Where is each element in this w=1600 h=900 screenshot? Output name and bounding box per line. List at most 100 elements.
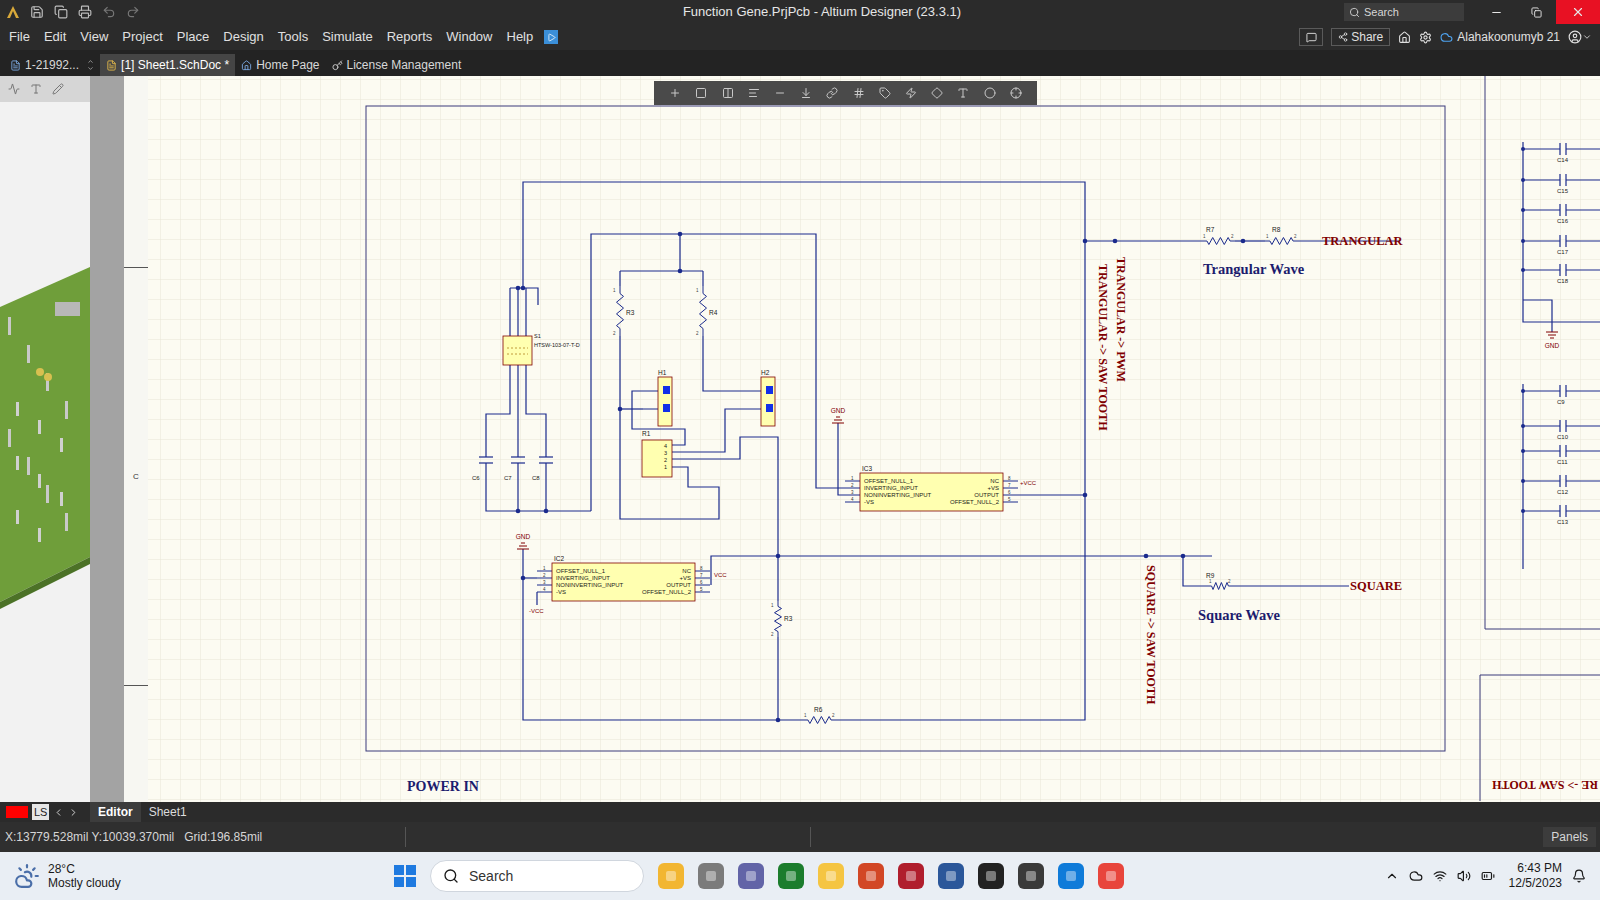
resistor[interactable]: R812: [1265, 226, 1298, 245]
header[interactable]: H1: [643, 369, 672, 426]
capacitor[interactable]: C10: [1521, 420, 1600, 440]
wire[interactable]: [702, 271, 703, 286]
wire[interactable]: [1232, 585, 1349, 586]
menu-item[interactable]: Window: [439, 27, 499, 47]
menu-item[interactable]: Edit: [37, 27, 73, 47]
layer-selector[interactable]: LS: [0, 804, 90, 821]
menu-item[interactable]: Tools: [271, 27, 315, 47]
volume-icon[interactable]: [1457, 869, 1471, 883]
wire[interactable]: [777, 637, 778, 720]
capacitor[interactable]: C6: [472, 457, 493, 481]
weather-widget[interactable]: 28°CMostly cloudy: [14, 862, 394, 891]
chart-icon[interactable]: [8, 83, 20, 95]
wire[interactable]: [486, 365, 510, 457]
document-tab[interactable]: License Management: [326, 54, 468, 76]
menu-item[interactable]: View: [73, 27, 115, 47]
editor-tab[interactable]: Sheet1: [141, 802, 195, 822]
wire[interactable]: [545, 463, 546, 511]
save-icon[interactable]: [30, 5, 44, 19]
menu-item[interactable]: Simulate: [315, 27, 380, 47]
undo-icon[interactable]: [102, 5, 116, 19]
toolbar-tool-icon[interactable]: [1010, 87, 1022, 99]
account-menu[interactable]: [1568, 30, 1592, 44]
wire[interactable]: [517, 365, 518, 457]
toolbar-tool-icon[interactable]: [984, 87, 996, 99]
toolbar-tool-icon[interactable]: [774, 87, 786, 99]
taskbar-app-icon[interactable]: [898, 863, 924, 889]
wire[interactable]: [509, 288, 510, 336]
wire[interactable]: [679, 234, 680, 271]
menu-item[interactable]: Help: [500, 27, 541, 47]
menu-item[interactable]: Design: [216, 27, 270, 47]
schematic-sheet[interactable]: R312R412R312R612R712R812R912H1H2R14321S1…: [148, 76, 1600, 802]
capacitor[interactable]: C16: [1521, 204, 1600, 224]
capacitor[interactable]: C14: [1521, 143, 1600, 163]
wire[interactable]: [838, 423, 845, 495]
taskbar-app-icon[interactable]: [778, 863, 804, 889]
share-button[interactable]: Share: [1331, 28, 1390, 46]
clock[interactable]: 6:43 PM12/5/2023: [1509, 861, 1562, 891]
taskbar-app-icon[interactable]: [1058, 863, 1084, 889]
altium-logo-icon[interactable]: [6, 5, 20, 19]
document-tab[interactable]: [1] Sheet1.SchDoc *: [100, 54, 235, 76]
capacitor[interactable]: C17: [1521, 235, 1600, 255]
document-tab[interactable]: 1-21992...: [4, 54, 100, 76]
toolbar-tool-icon[interactable]: [905, 87, 917, 99]
wire[interactable]: [672, 437, 778, 556]
run-button[interactable]: [544, 30, 558, 44]
notification-icon[interactable]: [1572, 869, 1586, 883]
editor-tab[interactable]: Editor: [90, 802, 141, 822]
wire[interactable]: [523, 549, 803, 720]
taskbar-app-icon[interactable]: [818, 863, 844, 889]
wire[interactable]: [536, 592, 537, 605]
wire[interactable]: [517, 463, 518, 511]
wire[interactable]: [620, 270, 703, 271]
comments-button[interactable]: [1299, 28, 1323, 46]
toolbar-tool-icon[interactable]: [879, 87, 891, 99]
wire[interactable]: [1235, 240, 1265, 241]
close-button[interactable]: [1556, 0, 1600, 24]
document-tab[interactable]: Home Page: [235, 54, 325, 76]
wire[interactable]: [1018, 494, 1085, 495]
capacitor[interactable]: C8: [532, 457, 553, 481]
header[interactable]: H2: [746, 369, 775, 426]
taskbar-app-icon[interactable]: [978, 863, 1004, 889]
redo-icon[interactable]: [126, 5, 140, 19]
toolbar-tool-icon[interactable]: [695, 87, 707, 99]
save-all-icon[interactable]: [54, 5, 68, 19]
wire[interactable]: [619, 271, 620, 286]
previous-icon[interactable]: [53, 807, 64, 818]
ground-port[interactable]: GND: [516, 533, 531, 549]
taskbar-search[interactable]: Search: [430, 860, 644, 892]
capacitor[interactable]: C12: [1521, 475, 1600, 495]
taskbar-app-icon[interactable]: [938, 863, 964, 889]
net-label[interactable]: SQUARE: [1350, 579, 1402, 593]
start-button[interactable]: [394, 865, 416, 887]
net-label[interactable]: TRANGULAR: [1322, 234, 1404, 248]
menu-item[interactable]: File: [2, 27, 37, 47]
restore-button[interactable]: [1516, 0, 1556, 24]
global-search[interactable]: Search: [1344, 3, 1464, 21]
print-icon[interactable]: [78, 5, 92, 19]
resistor[interactable]: R312: [613, 286, 635, 336]
capacitor[interactable]: C15: [1521, 174, 1600, 194]
user-account[interactable]: Alahakoonumyb 21: [1440, 28, 1560, 46]
toolbar-tool-icon[interactable]: [931, 87, 943, 99]
panels-button[interactable]: Panels: [1543, 827, 1596, 847]
wire[interactable]: [1183, 556, 1208, 586]
taskbar-app-icon[interactable]: [1018, 863, 1044, 889]
wire[interactable]: [777, 556, 778, 601]
ground-port[interactable]: GND: [1545, 332, 1560, 349]
switch[interactable]: S1HTSW-103-07-T-D: [503, 333, 580, 365]
toolbar-tool-icon[interactable]: [826, 87, 838, 99]
connector[interactable]: R14321: [642, 430, 672, 477]
wire[interactable]: [486, 463, 591, 511]
toolbar-tool-icon[interactable]: [748, 87, 760, 99]
text-icon[interactable]: [30, 83, 42, 95]
toolbar-tool-icon[interactable]: [957, 87, 969, 99]
resistor[interactable]: R412: [696, 286, 718, 336]
toolbar-tool-icon[interactable]: [800, 87, 812, 99]
capacitor[interactable]: C9: [1521, 385, 1600, 405]
resistor[interactable]: R312: [771, 601, 793, 637]
taskbar-app-icon[interactable]: [698, 863, 724, 889]
